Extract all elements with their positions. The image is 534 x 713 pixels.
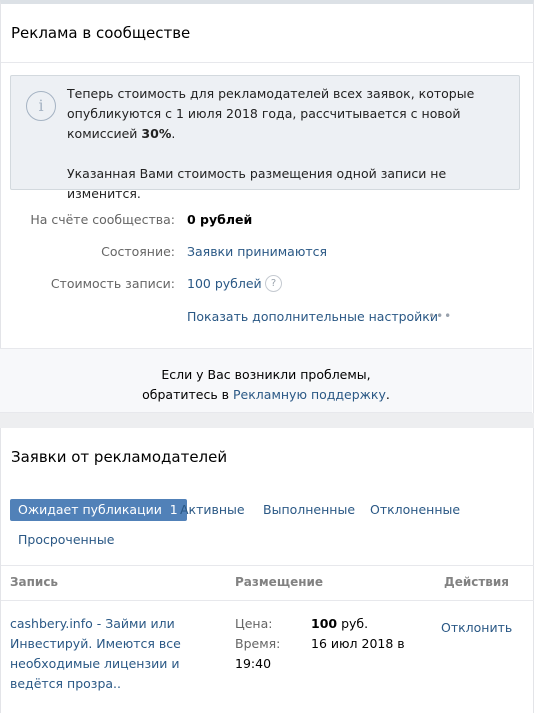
notice-line2: Указанная Вами стоимость размещения одно…	[67, 166, 447, 201]
status-dropdown[interactable]: Заявки принимаются	[187, 244, 327, 259]
ad-support-link[interactable]: Рекламную поддержку	[233, 387, 386, 402]
column-header-actions: Действия	[444, 575, 510, 589]
more-icon[interactable]: •••	[428, 309, 452, 323]
tab-pending-count: 1	[169, 502, 178, 517]
divider	[1, 565, 534, 566]
info-icon: i	[26, 91, 56, 121]
commission-value: 30%	[141, 126, 172, 141]
tab-active-requests[interactable]: Активные	[180, 499, 245, 521]
more-settings-link[interactable]: Показать дополнительные настройки	[187, 309, 438, 324]
balance-value: 0 рублей	[187, 212, 253, 227]
decline-button[interactable]: Отклонить	[441, 618, 512, 638]
commission-notice: i Теперь стоимость для рекламодателей вс…	[10, 75, 520, 201]
ads-section-title: Реклама в сообществе	[11, 24, 191, 42]
column-header-placement: Размещение	[235, 575, 324, 589]
tab-pending[interactable]: Ожидает публикации 1	[10, 499, 187, 521]
support-block: Если у Вас возникли проблемы, обратитесь…	[0, 348, 532, 413]
divider	[1, 600, 534, 601]
support-text-line1: Если у Вас возникли проблемы,	[161, 367, 371, 382]
column-header-post: Запись	[10, 575, 59, 589]
price-unit: руб.	[337, 616, 369, 631]
price-field-value: 100 руб.	[311, 614, 368, 634]
tab-pending-label: Ожидает публикации	[18, 502, 162, 517]
tab-expired[interactable]: Просроченные	[18, 529, 114, 551]
support-text-line2: обратитесь в Рекламную поддержку.	[0, 385, 532, 405]
time-field-value: 16 июл 2018 в	[311, 636, 405, 651]
tab-completed[interactable]: Выполненные	[263, 499, 355, 521]
support-prefix: обратитесь в	[142, 387, 234, 402]
price-label: Стоимость записи:	[50, 276, 175, 291]
time-field-label: Время:	[235, 636, 281, 651]
requests-section-title: Заявки от рекламодателей	[11, 448, 228, 466]
price-link[interactable]: 100 рублей	[187, 276, 262, 291]
price-field-label: Цена:	[235, 616, 273, 631]
notice-line1: Теперь стоимость для рекламодателей всех…	[67, 86, 475, 141]
divider	[1, 62, 534, 63]
notice-text: Теперь стоимость для рекламодателей всех…	[67, 84, 507, 204]
balance-label: На счёте сообщества:	[30, 212, 175, 227]
time-field-value-cont: 19:40	[235, 656, 272, 671]
support-suffix: .	[385, 387, 390, 402]
help-icon[interactable]: ?	[265, 275, 282, 292]
post-link[interactable]: cashbery.info - Займи или Инвестируй. Им…	[10, 614, 220, 694]
notice-line1-end: .	[171, 126, 176, 141]
tab-declined[interactable]: Отклоненные	[370, 499, 460, 521]
status-label: Состояние:	[101, 244, 175, 259]
price-amount: 100	[311, 616, 338, 631]
